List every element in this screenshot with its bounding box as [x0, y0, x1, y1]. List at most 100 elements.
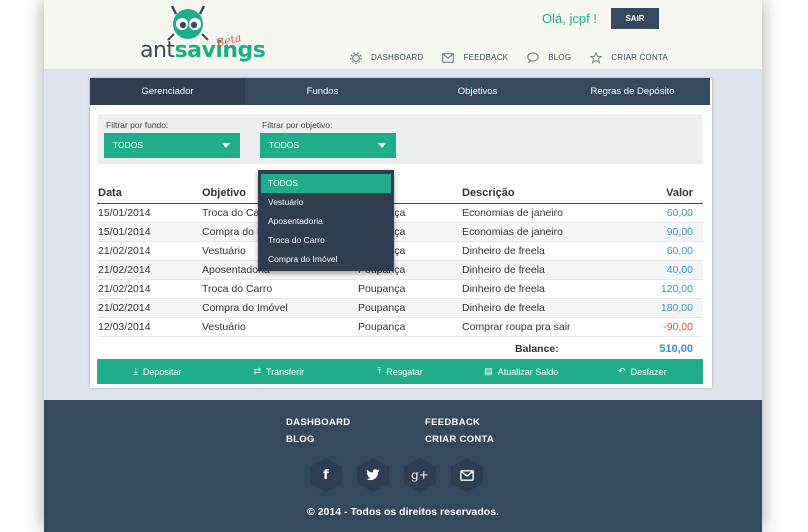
- deposit-label: Depositar: [142, 366, 182, 377]
- dropdown-option-compra-do-imovel[interactable]: Compra do Imóvel: [258, 250, 394, 269]
- table-row[interactable]: 15/01/2014 Troca do Carro Poupança Econo…: [97, 204, 703, 223]
- objective-filter-select[interactable]: TODOS: [260, 133, 396, 158]
- transfer-label: Transferir: [265, 366, 305, 377]
- dropdown-option-vestuario[interactable]: Vestuário: [258, 193, 394, 212]
- table-row[interactable]: 12/03/2014 Vestuário Poupança Comprar ro…: [97, 318, 703, 337]
- update-balance-label: Atualizar Saldo: [497, 366, 559, 377]
- facebook-icon[interactable]: f: [310, 458, 342, 492]
- envelope-icon: [441, 51, 454, 64]
- header: antsavings Beta Olá, jcpf ! SAIR DASHBOA…: [44, 0, 762, 70]
- transfer-button[interactable]: ⇄ Transferir: [218, 359, 339, 384]
- cell-data: 21/02/2014: [98, 264, 151, 276]
- logo-wordmark[interactable]: antsavings: [140, 38, 266, 63]
- withdraw-label: Resgatar: [386, 366, 423, 377]
- footer-links-right: FEEDBACK CRIAR CONTA: [425, 414, 494, 448]
- dropdown-option-aposentadoria[interactable]: Aposentadoria: [258, 212, 394, 231]
- table-header: Data Objetivo Descrição Valor: [97, 184, 703, 204]
- footer-link-blog[interactable]: BLOG: [286, 431, 350, 448]
- cell-valor: 180,00: [660, 302, 693, 314]
- withdraw-icon: ⤒: [377, 366, 382, 376]
- table-row[interactable]: 15/01/2014 Compra do Imóvel Poupança Eco…: [97, 223, 703, 242]
- undo-label: Desfazer: [630, 366, 667, 377]
- email-icon[interactable]: [451, 458, 483, 492]
- update-icon: ▤: [484, 366, 493, 376]
- table-row[interactable]: 21/02/2014 Compra do Imóvel Poupança Din…: [97, 299, 703, 318]
- nav-feedback[interactable]: FEEDBACK: [441, 51, 508, 64]
- cell-objetivo: Vestuário: [202, 321, 246, 333]
- facebook-glyph: f: [323, 467, 329, 483]
- caret-down-icon: [222, 143, 230, 148]
- tab-regras-de-deposito[interactable]: Regras de Depósito: [555, 78, 710, 105]
- cell-valor: 40,00: [666, 264, 693, 276]
- update-balance-button[interactable]: ▤ Atualizar Saldo: [461, 359, 582, 384]
- undo-icon: ↶: [618, 366, 626, 376]
- footer-link-feedback[interactable]: FEEDBACK: [425, 414, 494, 431]
- cell-descricao: Economias de janeiro: [462, 207, 563, 219]
- cell-valor: 120,00: [660, 283, 693, 295]
- deposit-button[interactable]: ⤓ Depositar: [97, 359, 218, 384]
- transfer-icon: ⇄: [253, 366, 261, 376]
- col-header-objetivo[interactable]: Objetivo: [202, 187, 246, 199]
- cell-descricao: Dinheiro de freela: [462, 245, 545, 257]
- tab-bar: Gerenciador Fundos Objetivos Regras de D…: [90, 78, 710, 105]
- nav-dashboard-label: DASHBOARD: [371, 53, 424, 62]
- table-row[interactable]: 21/02/2014 Aposentadoria Poupança Dinhei…: [97, 261, 703, 280]
- logo-ant: ant: [140, 38, 175, 63]
- cell-tipo: Poupança: [358, 302, 406, 314]
- cell-tipo: Poupança: [358, 321, 406, 333]
- cell-objetivo: Troca do Carro: [202, 283, 273, 295]
- balance-label: Balance:: [515, 343, 559, 355]
- dropdown-option-todos[interactable]: TODOS: [261, 174, 391, 193]
- nav-blog[interactable]: BLOG: [526, 51, 571, 64]
- cell-data: 21/02/2014: [98, 302, 151, 314]
- cell-data: 15/01/2014: [98, 207, 151, 219]
- fund-filter-select[interactable]: TODOS: [104, 133, 240, 158]
- twitter-icon[interactable]: [357, 458, 389, 492]
- undo-button[interactable]: ↶ Desfazer: [582, 359, 703, 384]
- nav-criar-conta[interactable]: CRIAR CONTA: [589, 51, 668, 64]
- logout-button[interactable]: SAIR: [611, 8, 659, 29]
- manager-card: Gerenciador Fundos Objetivos Regras de D…: [90, 78, 712, 388]
- user-greeting: Olá, jcpf !: [542, 11, 597, 26]
- nav-feedback-label: FEEDBACK: [463, 53, 509, 62]
- footer: DASHBOARD BLOG FEEDBACK CRIAR CONTA f g+…: [44, 400, 762, 532]
- table-body: 15/01/2014 Troca do Carro Poupança Econo…: [97, 204, 703, 337]
- withdraw-button[interactable]: ⤒ Resgatar: [339, 359, 460, 384]
- col-header-descricao[interactable]: Descrição: [462, 187, 515, 199]
- top-nav: DASHBOARD FEEDBACK BLOG CRIAR CONTA: [349, 51, 686, 64]
- envelope-icon: [460, 469, 474, 481]
- dropdown-option-troca-do-carro[interactable]: Troca do Carro: [258, 231, 394, 250]
- gear-icon: [349, 51, 362, 64]
- cell-descricao: Comprar roupa pra sair: [462, 321, 571, 333]
- caret-down-icon: [378, 143, 386, 148]
- google-plus-icon[interactable]: g+: [404, 458, 436, 492]
- objective-filter-label: Filtrar por objetivo:: [262, 120, 333, 130]
- footer-link-criar-conta[interactable]: CRIAR CONTA: [425, 431, 494, 448]
- footer-link-dashboard[interactable]: DASHBOARD: [286, 414, 350, 431]
- cell-valor: 90,00: [666, 226, 693, 238]
- nav-dashboard[interactable]: DASHBOARD: [349, 51, 423, 64]
- copyright: © 2014 - Todos os direitos reservados.: [307, 506, 499, 518]
- tab-gerenciador[interactable]: Gerenciador: [90, 78, 245, 105]
- social-links: f g+: [310, 458, 498, 492]
- tab-fundos[interactable]: Fundos: [245, 78, 400, 105]
- col-header-data[interactable]: Data: [98, 187, 122, 199]
- table-row[interactable]: 21/02/2014 Vestuário Poupança Dinheiro d…: [97, 242, 703, 261]
- fund-filter-value: TODOS: [113, 140, 144, 150]
- cell-descricao: Economias de janeiro: [462, 226, 563, 238]
- cell-descricao: Dinheiro de freela: [462, 302, 545, 314]
- twitter-bird-icon: [366, 469, 380, 481]
- cell-data: 15/01/2014: [98, 226, 151, 238]
- cell-tipo: Poupança: [358, 283, 406, 295]
- tab-objetivos[interactable]: Objetivos: [400, 78, 555, 105]
- cell-data: 21/02/2014: [98, 283, 151, 295]
- table-row[interactable]: 21/02/2014 Troca do Carro Poupança Dinhe…: [97, 280, 703, 299]
- cell-valor: -90,00: [663, 321, 693, 333]
- nav-blog-label: BLOG: [548, 53, 572, 62]
- fund-filter-label: Filtrar por fundo:: [106, 120, 169, 130]
- objective-dropdown-menu: TODOS Vestuário Aposentadoria Troca do C…: [258, 170, 394, 271]
- col-header-valor[interactable]: Valor: [666, 187, 693, 199]
- star-icon: [589, 51, 602, 64]
- filter-panel: Filtrar por fundo: TODOS Filtrar por obj…: [98, 114, 702, 164]
- page-shell: antsavings Beta Olá, jcpf ! SAIR DASHBOA…: [44, 0, 762, 532]
